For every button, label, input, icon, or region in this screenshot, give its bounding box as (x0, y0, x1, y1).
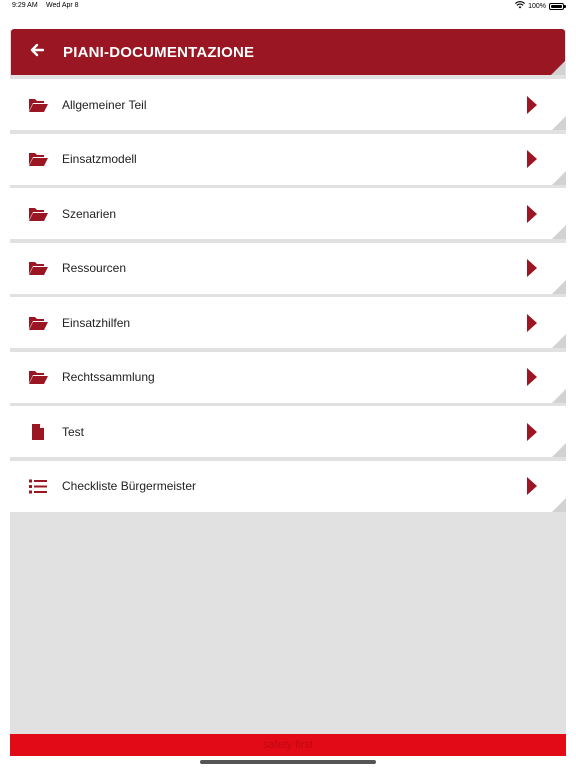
chevron-right-icon (522, 476, 566, 496)
list-item-checkliste-buergermeister[interactable]: Checkliste Bürgermeister (10, 460, 566, 512)
chevron-right-icon (522, 258, 566, 278)
battery-percentage: 100% (528, 2, 546, 10)
list-item-allgemeiner-teil[interactable]: Allgemeiner Teil (10, 79, 566, 130)
arrow-left-icon (30, 43, 45, 62)
list-item-label: Einsatzmodell (62, 152, 137, 166)
status-bar: 9:29 AM Wed Apr 8 100% (0, 0, 576, 14)
status-time: 9:29 AM (12, 2, 38, 9)
chevron-right-icon (522, 313, 566, 333)
folder-open-icon (10, 206, 62, 222)
list-item-label: Rechtssammlung (62, 370, 155, 384)
chevron-right-icon (522, 149, 566, 169)
documentation-list: Allgemeiner Teil Einsatzmodell Szenarien… (10, 79, 566, 515)
folder-open-icon (10, 151, 62, 167)
wifi-icon (515, 1, 526, 11)
list-item-label: Szenarien (62, 206, 117, 221)
battery-icon (549, 2, 566, 10)
list-item-label: Test (62, 424, 85, 439)
list-item-label: Allgemeiner Teil (62, 97, 147, 112)
list-item-einsatzhilfen[interactable]: Einsatzhilfen (10, 297, 566, 348)
list-item-ressourcen[interactable]: Ressourcen (10, 242, 566, 294)
status-right: 100% (515, 1, 566, 11)
list-item-test[interactable]: Test (10, 406, 566, 457)
folder-open-icon (10, 260, 62, 276)
chevron-right-icon (522, 204, 566, 224)
home-indicator[interactable] (200, 760, 376, 764)
status-date: Wed Apr 8 (46, 2, 79, 9)
list-item-label: Einsatzhilfen (62, 315, 131, 330)
list-item-label: Checkliste Bürgermeister (62, 479, 197, 493)
footer-text: safety first (262, 739, 314, 751)
document-icon (10, 423, 62, 441)
back-button[interactable] (11, 29, 63, 75)
chevron-right-icon (522, 95, 566, 115)
footer-bar: safety first (10, 734, 566, 756)
folder-open-icon (10, 315, 62, 331)
list-item-einsatzmodell[interactable]: Einsatzmodell (10, 133, 566, 185)
list-item-rechtssammlung[interactable]: Rechtssammlung (10, 351, 566, 403)
page-title: PIANI-DOCUMENTAZIONE (63, 43, 255, 61)
list-item-label: Ressourcen (62, 261, 127, 275)
chevron-right-icon (522, 422, 566, 442)
list-icon (10, 479, 62, 494)
folder-open-icon (10, 97, 62, 113)
list-item-szenarien[interactable]: Szenarien (10, 188, 566, 239)
folder-open-icon (10, 369, 62, 385)
chevron-right-icon (522, 367, 566, 387)
header-bar: PIANI-DOCUMENTAZIONE (11, 29, 565, 75)
app-container: PIANI-DOCUMENTAZIONE Allgemeiner Teil Ei… (10, 14, 566, 756)
